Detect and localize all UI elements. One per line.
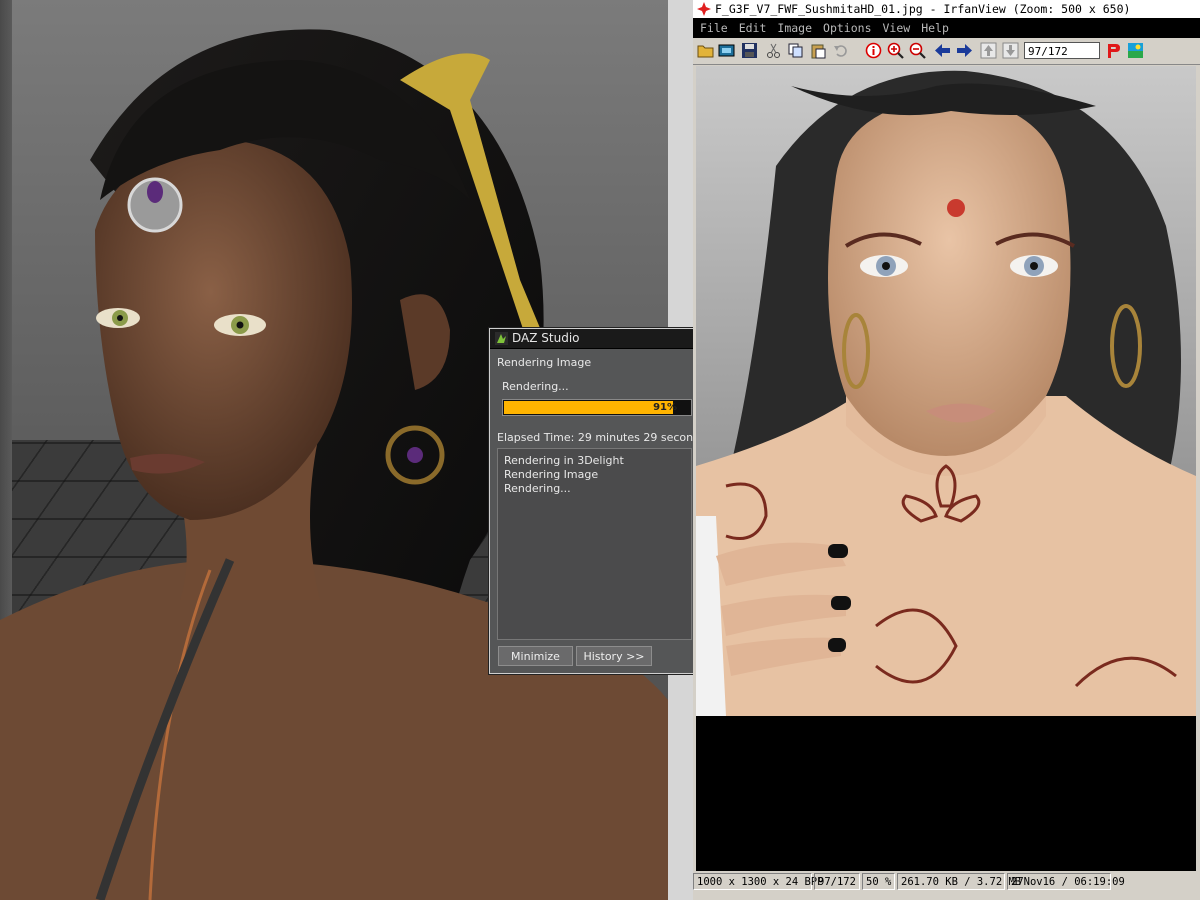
copy-icon[interactable] <box>787 42 804 59</box>
menu-item-view[interactable]: View <box>883 21 911 35</box>
page-number-field[interactable]: 97/172 <box>1024 42 1100 59</box>
irfanview-image[interactable] <box>696 66 1196 716</box>
print-icon[interactable] <box>1105 42 1122 59</box>
elapsed-time: Elapsed Time: 29 minutes 29 seconds <box>497 431 693 444</box>
render-status-text: Rendering... <box>502 380 569 393</box>
minimize-button[interactable]: Minimize <box>498 646 573 666</box>
slideshow-icon[interactable] <box>718 42 735 59</box>
irfanview-statusbar: 1000 x 1300 x 24 BPP 97/172 50 % 261.70 … <box>693 873 1200 892</box>
previous-arrow-icon[interactable] <box>934 42 951 59</box>
render-progress-bar: 91% <box>502 399 692 416</box>
irfanview-window: F_G3F_V7_FWF_SushmitaHD_01.jpg - IrfanVi… <box>693 0 1200 900</box>
window-bottom-border <box>693 892 1200 900</box>
cut-icon[interactable] <box>765 42 782 59</box>
paste-icon[interactable] <box>810 42 827 59</box>
menu-item-image[interactable]: Image <box>777 21 812 35</box>
status-zoom: 50 % <box>862 873 895 890</box>
irfanview-toolbar: 97/172 <box>693 38 1200 65</box>
render-log-panel[interactable]: Rendering in 3Delight Rendering Image Rend… <box>497 448 692 640</box>
irfanview-menubar: File Edit Image Options View Help <box>693 18 1200 38</box>
status-index: 97/172 <box>814 873 860 890</box>
render-progress-percent: 91% <box>653 402 677 413</box>
save-icon[interactable] <box>741 42 758 59</box>
irfanview-titlebar[interactable]: F_G3F_V7_FWF_SushmitaHD_01.jpg - IrfanVi… <box>693 0 1200 18</box>
next-arrow-icon[interactable] <box>956 42 973 59</box>
menu-item-file[interactable]: File <box>700 21 728 35</box>
render-viewport: DAZ Studio Rendering Image Rendering... … <box>0 0 693 900</box>
history-button[interactable]: History >> <box>576 646 652 666</box>
render-progress-fill <box>504 401 673 414</box>
dialog-heading: Rendering Image <box>497 356 592 369</box>
paint-icon[interactable] <box>1127 42 1144 59</box>
irfanview-title: F_G3F_V7_FWF_SushmitaHD_01.jpg - IrfanVi… <box>715 2 1131 16</box>
daz-app-icon <box>495 332 508 345</box>
status-dimensions: 1000 x 1300 x 24 BPP <box>693 873 823 890</box>
render-log-line: Rendering in 3Delight <box>504 454 624 467</box>
dialog-title: DAZ Studio <box>512 331 580 345</box>
irfanview-app-icon <box>697 2 711 16</box>
zoom-out-icon[interactable] <box>909 42 926 59</box>
daz-render-progress-dialog: DAZ Studio Rendering Image Rendering... … <box>489 328 693 674</box>
zoom-in-icon[interactable] <box>887 42 904 59</box>
menu-item-help[interactable]: Help <box>921 21 949 35</box>
render-log-line: Rendering... <box>504 482 571 495</box>
open-folder-icon[interactable] <box>697 42 714 59</box>
render-log-line: Rendering Image <box>504 468 599 481</box>
displayed-photo <box>696 66 1196 716</box>
dialog-titlebar[interactable]: DAZ Studio <box>490 329 693 349</box>
info-icon[interactable] <box>865 42 882 59</box>
status-filesize: 261.70 KB / 3.72 MB <box>897 873 1021 890</box>
undo-icon[interactable] <box>833 42 850 59</box>
last-file-icon[interactable] <box>1002 42 1019 59</box>
status-datetime: 27Nov16 / 06:19:09 <box>1007 873 1125 890</box>
image-area-background <box>696 716 1196 871</box>
menu-item-options[interactable]: Options <box>823 21 871 35</box>
first-file-icon[interactable] <box>980 42 997 59</box>
menu-item-edit[interactable]: Edit <box>739 21 767 35</box>
